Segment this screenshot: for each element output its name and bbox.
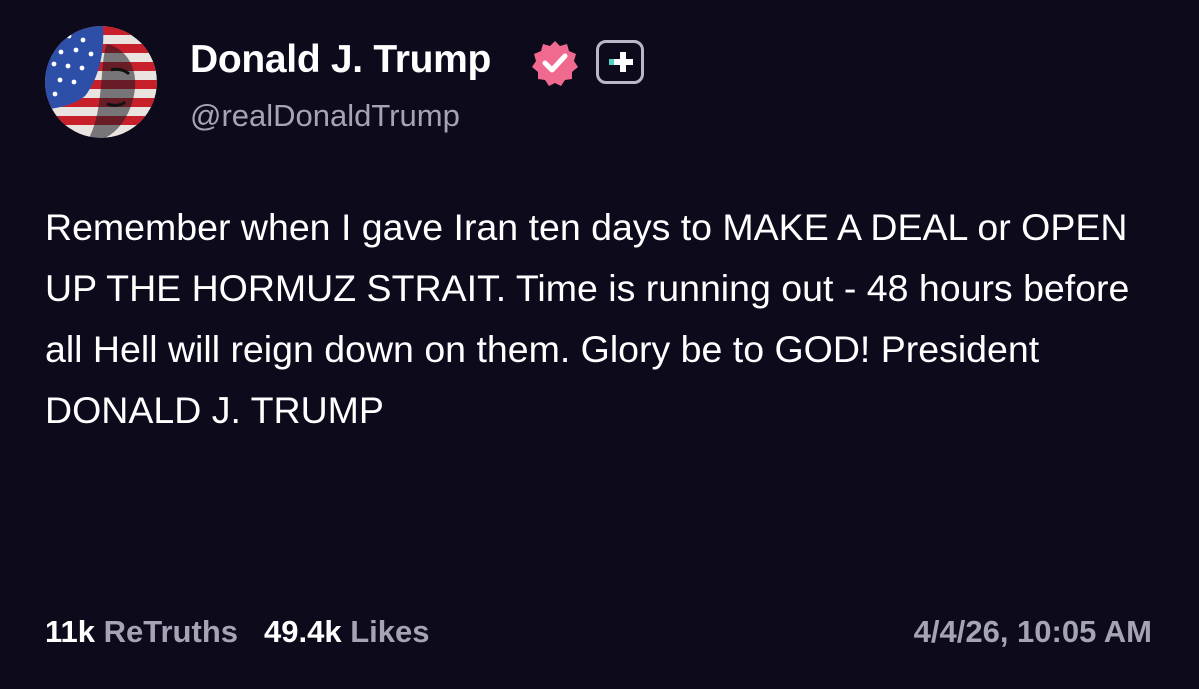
post-text: Remember when I gave Iran ten days to MA… [45, 206, 1130, 431]
retruths-label: ReTruths [103, 614, 238, 649]
author-handle[interactable]: @realDonaldTrump [190, 98, 460, 134]
author-display-name[interactable]: Donald J. Trump [190, 38, 491, 82]
post-timestamp: 4/4/26, 10:05 AM [913, 614, 1152, 649]
post-stats: 11k ReTruths 49.4k Likes [45, 614, 429, 650]
likes-stat[interactable]: 49.4k Likes [264, 614, 429, 649]
avatar-image [45, 26, 157, 138]
verified-badge-icon [531, 39, 579, 87]
retruths-count: 11k [45, 614, 96, 649]
avatar[interactable] [45, 26, 157, 138]
likes-count: 49.4k [264, 614, 342, 649]
post-card: Donald J. Trump @realDonaldTrump Remembe… [0, 0, 1199, 689]
retruths-stat[interactable]: 11k ReTruths [45, 614, 238, 649]
likes-label: Likes [350, 614, 430, 649]
plus-badge-icon [596, 40, 644, 84]
